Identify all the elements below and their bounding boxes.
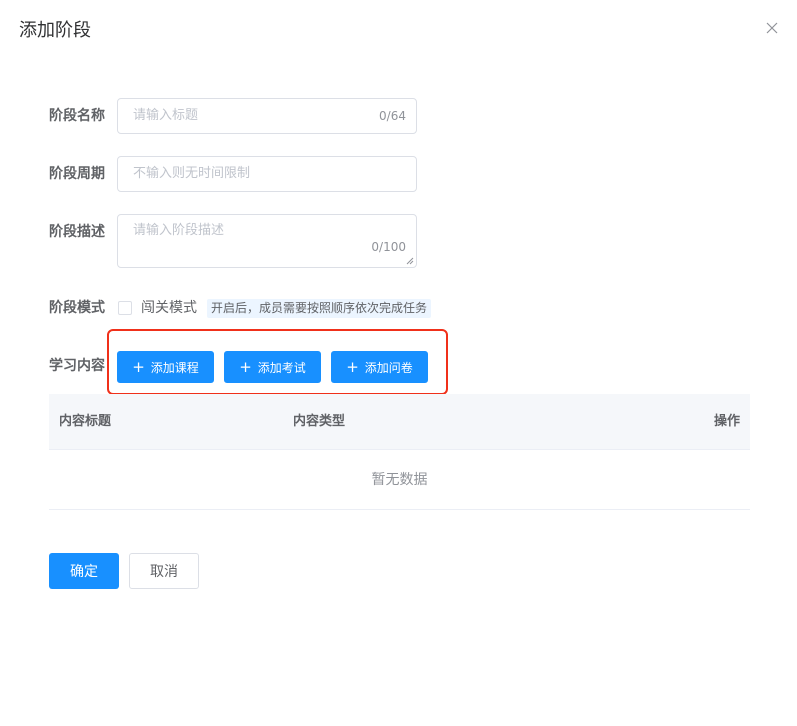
- stage-name-label: 阶段名称: [49, 108, 105, 124]
- add-survey-button[interactable]: + 添加问卷: [331, 351, 428, 383]
- table-empty-text: 暂无数据: [49, 450, 750, 510]
- stage-period-placeholder: 不输入则无时间限制: [133, 166, 251, 181]
- plus-icon: +: [346, 357, 359, 376]
- plus-icon: +: [239, 357, 252, 376]
- stage-description-placeholder: 请输入阶段描述: [133, 223, 225, 238]
- add-course-label: 添加课程: [150, 360, 199, 375]
- column-content-type: 内容类型: [293, 414, 346, 429]
- stage-description-label: 阶段描述: [49, 224, 105, 240]
- learning-content-label: 学习内容: [49, 358, 105, 374]
- close-icon[interactable]: [763, 19, 781, 37]
- column-actions: 操作: [713, 414, 740, 429]
- stage-description-count: 0/100: [371, 240, 406, 254]
- add-exam-label: 添加考试: [257, 360, 306, 375]
- challenge-mode-label[interactable]: 闯关模式: [141, 298, 197, 318]
- content-table: 内容标题 内容类型 操作 暂无数据: [49, 394, 750, 510]
- stage-name-count: 0/64: [379, 109, 406, 123]
- add-exam-button[interactable]: + 添加考试: [224, 351, 321, 383]
- stage-name-placeholder: 请输入标题: [133, 108, 199, 123]
- challenge-mode-checkbox[interactable]: [118, 301, 132, 315]
- plus-icon: +: [132, 357, 145, 376]
- resize-grip-icon[interactable]: [406, 257, 414, 265]
- stage-name-input[interactable]: 请输入标题 0/64: [117, 98, 417, 134]
- stage-mode-label: 阶段模式: [49, 300, 105, 316]
- stage-period-label: 阶段周期: [49, 166, 105, 182]
- table-header: 内容标题 内容类型 操作: [49, 394, 750, 450]
- stage-period-input[interactable]: 不输入则无时间限制: [117, 156, 417, 192]
- confirm-button[interactable]: 确定: [49, 553, 119, 589]
- cancel-button[interactable]: 取消: [129, 553, 199, 589]
- add-course-button[interactable]: + 添加课程: [117, 351, 214, 383]
- add-survey-label: 添加问卷: [364, 360, 413, 375]
- challenge-mode-hint: 开启后，成员需要按照顺序依次完成任务: [207, 299, 432, 318]
- column-content-title: 内容标题: [59, 414, 112, 429]
- stage-description-textarea[interactable]: 请输入阶段描述 0/100: [117, 214, 417, 268]
- dialog-title: 添加阶段: [19, 20, 91, 41]
- add-stage-dialog: 添加阶段 阶段名称 请输入标题 0/64 阶段周期 不输入则无时间限制 阶段描述…: [0, 0, 797, 726]
